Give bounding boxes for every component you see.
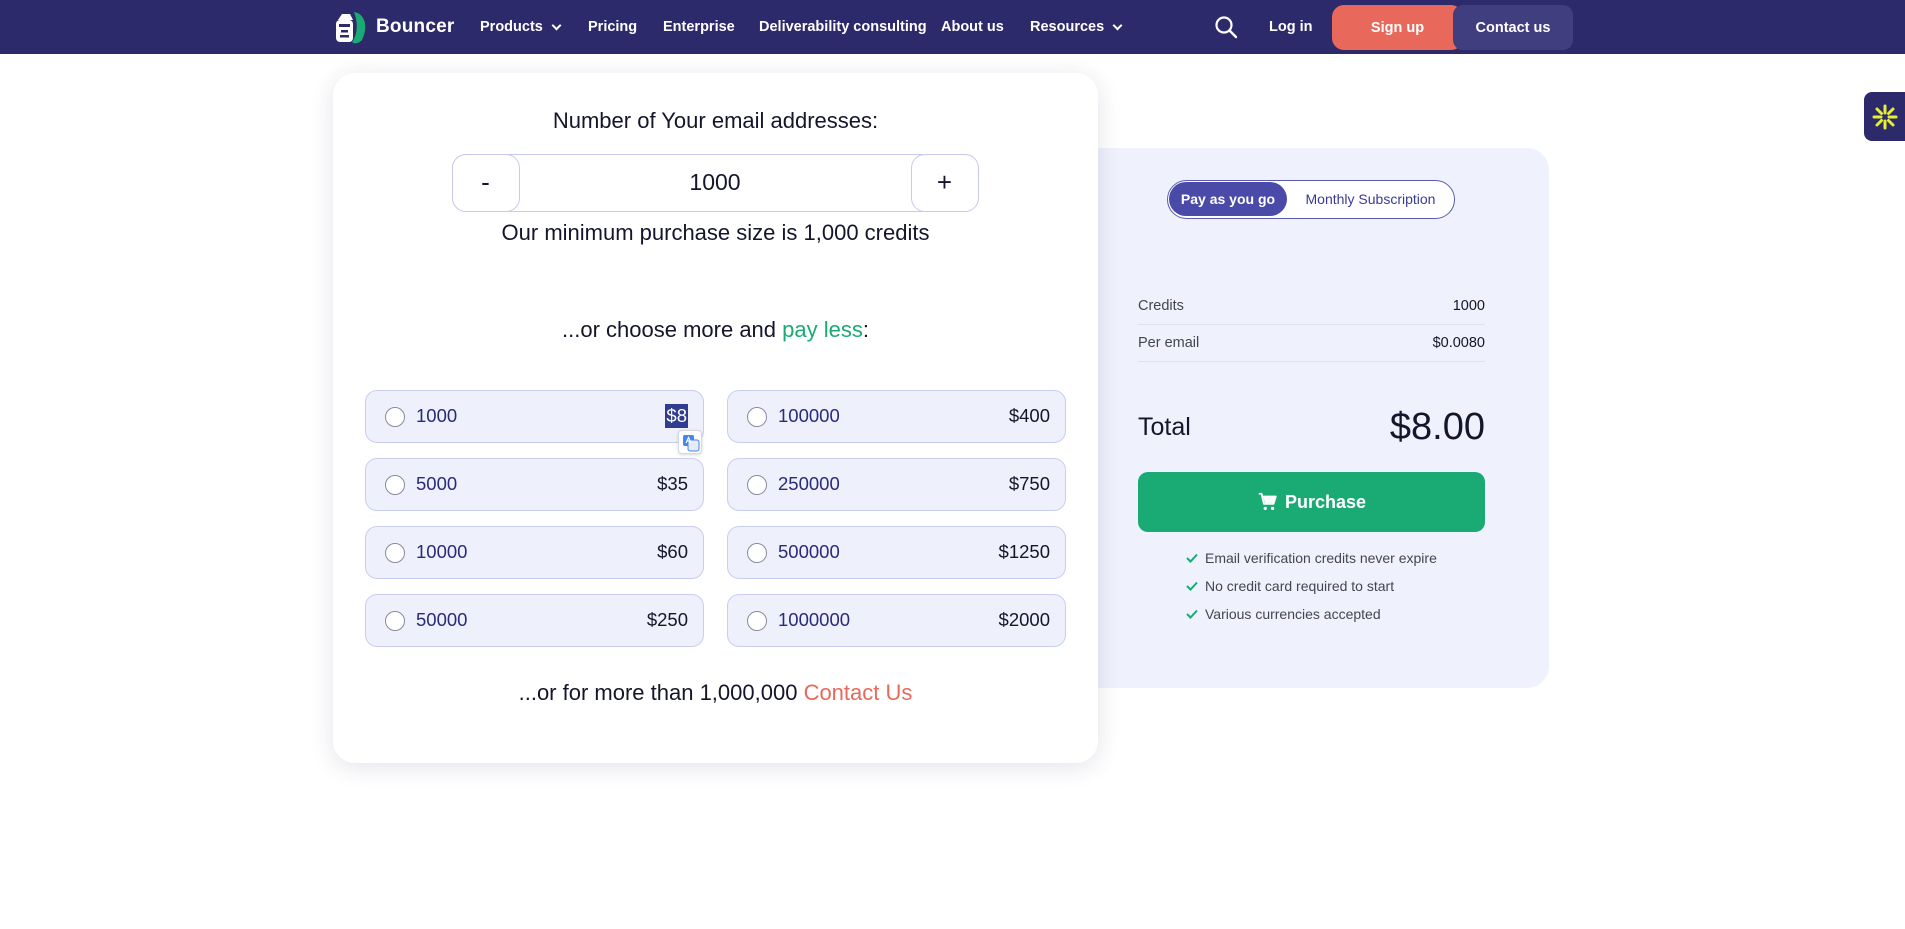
chevron-down-icon [1112,20,1123,30]
package-quantity: 250000 [778,473,840,494]
check-icon [1186,553,1198,563]
nav-about-label: About us [941,19,1004,35]
radio-button[interactable] [747,543,767,563]
nav-resources-label: Resources [1030,19,1105,35]
login-label: Log in [1269,19,1313,35]
purchase-button[interactable]: Purchase [1138,472,1485,532]
brand-name: Bouncer [376,16,455,37]
toggle-monthly-subscription[interactable]: Monthly Subscription [1288,182,1453,216]
check-icon [1186,581,1198,591]
radio-button[interactable] [385,475,405,495]
cart-icon [1258,492,1277,511]
package-price: $2000 [998,609,1050,630]
radio-button[interactable] [385,543,405,563]
feature-item: Email verification credits never expire [1185,547,1437,569]
search-icon[interactable] [1214,15,1238,39]
radio-button[interactable] [747,611,767,631]
package-price: $750 [1008,473,1050,494]
package-quantity: 1000 [416,405,458,426]
package-price: $8 [665,404,688,428]
nav-pricing-label: Pricing [588,19,638,35]
choose-more-heading: ...or choose more and pay less: [333,317,1098,343]
decrement-button[interactable]: - [451,153,520,212]
total-row: Total $8.00 [1138,402,1485,452]
package-price: $250 [646,609,688,630]
quantity-input[interactable] [521,155,909,210]
brand-logo[interactable]: Bouncer [332,8,454,46]
login-link[interactable]: Log in [1269,0,1313,54]
asterisk-icon [1872,104,1897,129]
package-option[interactable]: 1000000 $2000 [727,594,1066,647]
package-option[interactable]: 1000 $8 [365,390,704,443]
feature-text: Email verification credits never expire [1205,550,1437,566]
package-quantity: 10000 [416,541,468,562]
nav-resources[interactable]: Resources [1030,0,1123,54]
package-option[interactable]: 50000 $250 [365,594,704,647]
per-email-label: Per email [1138,335,1200,351]
choose-more-suffix: : [862,317,869,342]
check-icon [1186,609,1198,619]
pay-less-highlight: pay less [782,317,863,342]
per-email-value: $0.0080 [1432,335,1485,351]
package-quantity: 500000 [778,541,840,562]
purchase-label: Purchase [1284,491,1367,512]
feature-item: No credit card required to start [1185,575,1394,597]
nav-enterprise-label: Enterprise [663,19,735,35]
choose-more-prefix: ...or choose more and [562,317,783,342]
package-price: $35 [657,473,688,494]
summary-row-credits: Credits 1000 [1138,288,1485,325]
toggle-pay-as-you-go[interactable]: Pay as you go [1169,182,1287,216]
nav-deliverability-label: Deliverability consulting [759,19,927,35]
package-option[interactable]: 5000 $35 [365,458,704,511]
radio-button[interactable] [385,407,405,427]
summary-row-per-email: Per email $0.0080 [1138,325,1485,362]
accessibility-widget-button[interactable] [1864,92,1905,141]
contact-us-link[interactable]: Contact Us [804,680,913,705]
radio-button[interactable] [385,611,405,631]
nav-products[interactable]: Products [480,0,562,54]
signup-button[interactable]: Sign up [1332,5,1463,50]
quantity-stepper: - + [451,153,979,212]
credits-value: 1000 [1452,298,1485,314]
translate-icon[interactable] [678,430,702,454]
package-price: $60 [657,541,688,562]
bouncer-logo-icon [336,12,366,44]
feature-text: No credit card required to start [1205,578,1395,594]
calculator-title: Number of Your email addresses: [552,108,879,133]
credits-label: Credits [1138,298,1184,314]
package-option[interactable]: 100000 $400 [727,390,1066,443]
package-option[interactable]: 500000 $1250 [727,526,1066,579]
nav-about-us[interactable]: About us [941,0,1004,54]
total-label: Total [1138,412,1191,441]
top-navbar: Bouncer Products Pricing Enterprise Deli… [0,0,1905,54]
chevron-down-icon [551,20,562,30]
billing-toggle[interactable]: Pay as you go Monthly Subscription [1167,180,1455,219]
more-note-prefix: ...or for more than 1,000,000 [518,680,804,705]
nav-deliverability-consulting[interactable]: Deliverability consulting [759,0,927,54]
package-quantity: 50000 [416,609,468,630]
minimum-purchase-note: Our minimum purchase size is 1,000 credi… [501,220,930,245]
contact-us-button[interactable]: Contact us [1453,5,1573,50]
total-value: $8.00 [1389,405,1485,448]
package-quantity: 100000 [778,405,840,426]
package-option[interactable]: 250000 $750 [727,458,1066,511]
radio-button[interactable] [747,475,767,495]
package-option[interactable]: 10000 $60 [365,526,704,579]
radio-button[interactable] [747,407,767,427]
package-price: $400 [1008,405,1050,426]
nav-pricing[interactable]: Pricing [588,0,637,54]
more-than-million-note: ...or for more than 1,000,000 Contact Us [333,680,1098,706]
package-quantity: 5000 [416,473,458,494]
feature-item: Various currencies accepted [1185,603,1381,625]
package-quantity: 1000000 [778,609,851,630]
feature-text: Various currencies accepted [1205,606,1381,622]
translate-glyph-icon [683,435,700,452]
increment-button[interactable]: + [910,153,979,212]
nav-products-label: Products [480,19,543,35]
nav-enterprise[interactable]: Enterprise [663,0,735,54]
package-price: $1250 [998,541,1050,562]
